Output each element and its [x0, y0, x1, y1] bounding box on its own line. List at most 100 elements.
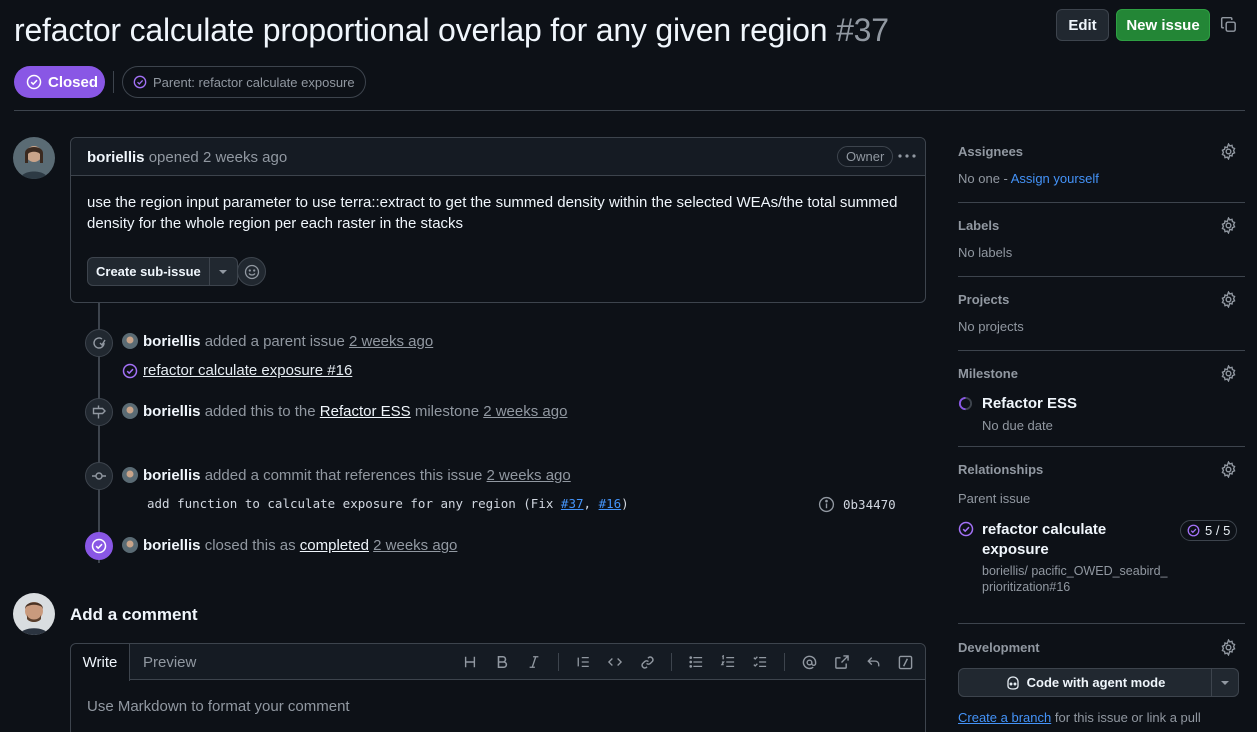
milestone-heading[interactable]: Milestone	[958, 366, 1018, 381]
event-actor[interactable]: boriellis	[143, 467, 201, 484]
link-icon[interactable]	[638, 653, 656, 671]
sidebar-divider	[958, 623, 1245, 624]
milestone-progress-icon	[958, 396, 973, 411]
gear-icon[interactable]	[1220, 461, 1237, 478]
relationship-parent-repo[interactable]: boriellis/ pacific_OWED_seabird_prioriti…	[982, 563, 1172, 595]
comment-textarea[interactable]: Use Markdown to format your comment	[87, 698, 350, 715]
parent-issue-ref[interactable]: refactor calculate exposure #16	[122, 362, 352, 379]
actor-avatar[interactable]	[122, 333, 138, 349]
tab-write[interactable]: Write	[71, 644, 130, 681]
milestone-icon	[85, 398, 113, 426]
info-icon[interactable]	[818, 496, 835, 513]
current-user-avatar[interactable]	[13, 593, 55, 635]
gear-icon[interactable]	[1220, 217, 1237, 234]
issue-title: refactor calculate proportional overlap …	[14, 12, 889, 48]
header-separator	[14, 110, 1245, 111]
labels-value: No labels	[958, 245, 1013, 260]
cross-reference-icon[interactable]	[832, 653, 850, 671]
heading-icon[interactable]	[461, 653, 479, 671]
assignees-value: No one - Assign yourself	[958, 171, 1099, 186]
commit-icon	[85, 462, 113, 490]
milestone-name[interactable]: Refactor ESS	[982, 395, 1077, 412]
event-time[interactable]: 2 weeks ago	[349, 333, 433, 350]
progress-check-icon	[1187, 524, 1200, 537]
development-heading[interactable]: Development	[958, 640, 1040, 655]
assignees-heading[interactable]: Assignees	[958, 144, 1023, 159]
gear-icon[interactable]	[1220, 365, 1237, 382]
actor-avatar[interactable]	[122, 467, 138, 483]
task-list-icon[interactable]	[751, 653, 769, 671]
sidebar-divider	[958, 202, 1245, 203]
italic-icon[interactable]	[525, 653, 543, 671]
tab-preview[interactable]: Preview	[143, 654, 196, 671]
commit-message[interactable]: add function to calculate exposure for a…	[147, 496, 629, 511]
bulleted-list-icon[interactable]	[687, 653, 705, 671]
create-sub-issue-button[interactable]: Create sub-issue	[88, 258, 210, 285]
create-branch-link[interactable]: Create a branch	[958, 710, 1051, 725]
comment-body-text: use the region input parameter to use te…	[87, 194, 898, 232]
reply-icon[interactable]	[864, 653, 882, 671]
copilot-icon	[1005, 675, 1021, 691]
chevron-down-icon[interactable]	[1212, 669, 1238, 696]
chevron-down-icon[interactable]	[210, 258, 237, 285]
toolbar-divider	[558, 653, 559, 671]
create-branch-text: Create a branch for this issue or link a…	[958, 710, 1201, 725]
parent-issue-label: Parent issue	[958, 491, 1031, 506]
completed-link[interactable]: completed	[300, 537, 369, 554]
event-time[interactable]: 2 weeks ago	[487, 467, 571, 484]
numbered-list-icon[interactable]	[719, 653, 737, 671]
gear-icon[interactable]	[1220, 639, 1237, 656]
event-actor[interactable]: boriellis	[143, 537, 201, 554]
closed-check-icon	[26, 74, 42, 90]
event-time[interactable]: 2 weeks ago	[373, 537, 457, 554]
relationship-parent-title[interactable]: refactor calculate exposure	[982, 520, 1162, 560]
event-actor[interactable]: boriellis	[143, 333, 201, 350]
code-with-agent-button[interactable]: Code with agent mode	[959, 669, 1212, 696]
bold-icon[interactable]	[493, 653, 511, 671]
sidebar-divider	[958, 276, 1245, 277]
quote-icon[interactable]	[574, 653, 592, 671]
toolbar-divider	[671, 653, 672, 671]
closed-event-icon	[85, 532, 113, 560]
projects-heading[interactable]: Projects	[958, 292, 1009, 307]
milestone-link[interactable]: Refactor ESS	[320, 403, 411, 420]
gear-icon[interactable]	[1220, 143, 1237, 160]
author-avatar[interactable]	[13, 137, 55, 179]
event-actor[interactable]: boriellis	[143, 403, 201, 420]
actor-avatar[interactable]	[122, 537, 138, 553]
timeline-event-parent: boriellis added a parent issue 2 weeks a…	[122, 333, 433, 350]
kebab-menu-icon[interactable]	[897, 148, 917, 164]
comment-author-name[interactable]: boriellis	[87, 149, 145, 166]
projects-value: No projects	[958, 319, 1024, 334]
timeline-event-closed: boriellis closed this as completed 2 wee…	[122, 537, 457, 554]
comment-time[interactable]: 2 weeks ago	[203, 149, 287, 166]
header-divider	[113, 71, 114, 93]
gear-icon[interactable]	[1220, 291, 1237, 308]
sub-issue-progress-badge: 5 / 5	[1180, 520, 1238, 541]
add-reaction-button[interactable]	[237, 257, 266, 286]
copy-link-icon[interactable]	[1220, 16, 1238, 34]
commit-sha[interactable]: 0b34470	[843, 497, 896, 512]
event-time[interactable]: 2 weeks ago	[483, 403, 567, 420]
slash-command-icon[interactable]	[896, 653, 914, 671]
assign-yourself-link[interactable]: Assign yourself	[1011, 171, 1099, 186]
issue-number: #37	[836, 12, 889, 48]
parent-issue-pill[interactable]: Parent: refactor calculate exposure	[122, 66, 366, 98]
commit-ref-16[interactable]: #16	[599, 496, 622, 511]
labels-heading[interactable]: Labels	[958, 218, 999, 233]
commit-ref-37[interactable]: #37	[561, 496, 584, 511]
actor-avatar[interactable]	[122, 403, 138, 419]
mention-icon[interactable]	[800, 653, 818, 671]
comment-author-line: boriellis opened 2 weeks ago	[87, 149, 288, 166]
relationships-heading[interactable]: Relationships	[958, 462, 1043, 477]
code-with-agent-group: Code with agent mode	[958, 668, 1239, 697]
parent-issue-event-icon	[85, 329, 113, 357]
new-issue-button[interactable]: New issue	[1116, 9, 1210, 41]
parent-check-icon	[122, 363, 138, 379]
issue-state-badge: Closed	[14, 66, 105, 98]
edit-button[interactable]: Edit	[1056, 9, 1109, 41]
code-icon[interactable]	[606, 653, 624, 671]
parent-check-icon	[133, 75, 147, 89]
sidebar-divider	[958, 350, 1245, 351]
milestone-due: No due date	[982, 418, 1053, 433]
